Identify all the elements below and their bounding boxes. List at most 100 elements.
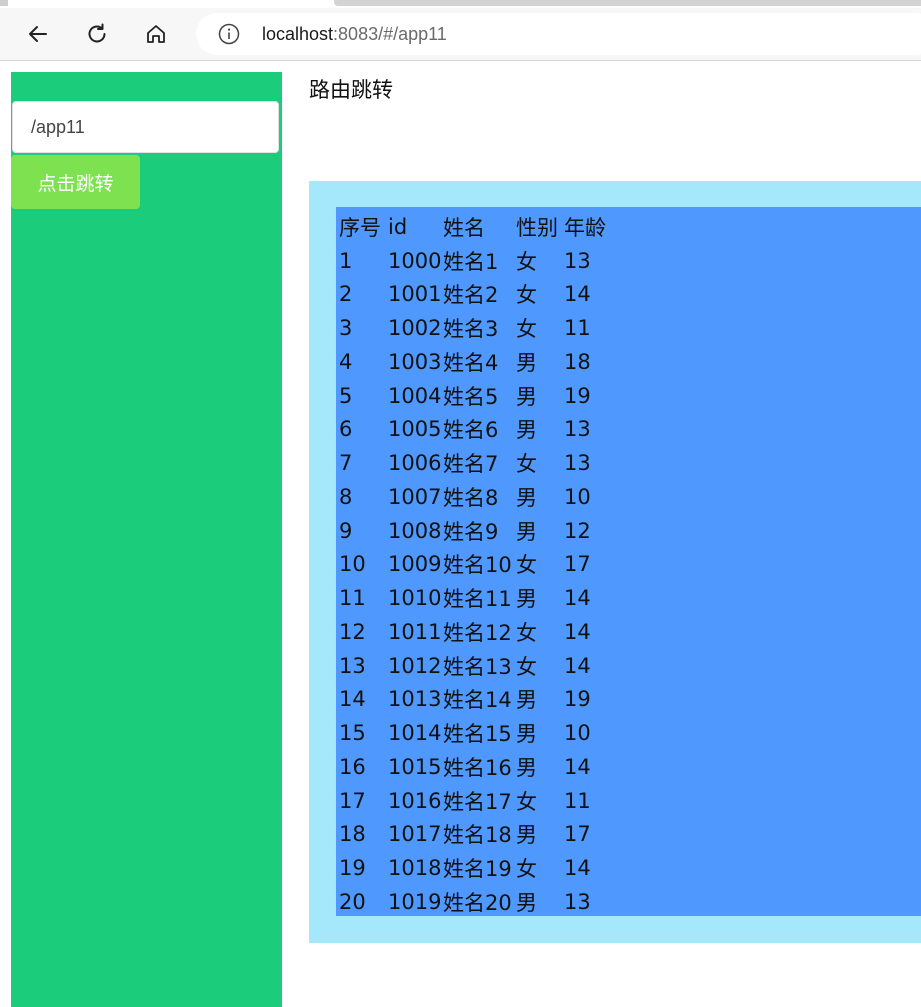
table-container: 序号 id 姓名 性别 年龄 1 1000 姓名1 女 13 2 1001 姓名2 女 14 3 10…: [336, 207, 921, 916]
cell-index: 14: [339, 687, 366, 712]
table-row: 15 1014 姓名15 男 10: [336, 716, 614, 750]
cell-age: 13: [564, 248, 591, 273]
home-icon: [147, 25, 165, 43]
cell-id: 1013: [388, 687, 442, 712]
table-panel: 序号 id 姓名 性别 年龄 1 1000 姓名1 女 13 2 1001 姓名2 女 14 3 10…: [309, 181, 921, 943]
cell-age: 14: [564, 856, 591, 881]
cell-name: 姓名16: [443, 755, 512, 780]
cell-name: 姓名7: [443, 452, 499, 477]
table-row: 17 1016 姓名17 女 11: [336, 784, 614, 818]
page-title: 路由跳转: [309, 78, 393, 102]
reload-button[interactable]: [81, 18, 113, 50]
cell-id: 1010: [388, 586, 442, 611]
back-button[interactable]: [22, 18, 54, 50]
cell-gender: 女: [516, 283, 537, 308]
cell-id: 1011: [388, 619, 442, 644]
cell-id: 1002: [388, 316, 442, 341]
cell-age: 14: [564, 586, 591, 611]
cell-gender: 女: [516, 620, 537, 645]
table-row: 7 1006 姓名7 女 13: [336, 446, 614, 480]
tab-strip: [0, 0, 921, 8]
cell-gender: 男: [516, 890, 537, 915]
table-row: 20 1019 姓名20 男 13: [336, 885, 614, 919]
url-text[interactable]: localhost:8083/#/app11: [262, 24, 447, 45]
table-row: 18 1017 姓名18 男 17: [336, 818, 614, 852]
cell-name: 姓名12: [443, 620, 512, 645]
cell-gender: 男: [516, 384, 537, 409]
cell-index: 18: [339, 822, 366, 847]
cell-age: 14: [564, 282, 591, 307]
cell-age: 14: [564, 754, 591, 779]
cell-gender: 女: [516, 452, 537, 477]
browser-toolbar: localhost:8083/#/app11: [0, 8, 921, 61]
cell-name: 姓名18: [443, 823, 512, 848]
cell-age: 17: [564, 822, 591, 847]
table-row: 14 1013 姓名14 男 19: [336, 683, 614, 717]
tab-fragment-right[interactable]: [334, 0, 921, 6]
cell-age: 13: [564, 451, 591, 476]
table-row: 9 1008 姓名9 男 12: [336, 514, 614, 548]
jump-button[interactable]: 点击跳转: [11, 155, 140, 209]
cell-id: 1016: [388, 788, 442, 813]
reload-icon: [88, 23, 106, 43]
cell-index: 2: [339, 282, 353, 307]
data-table: 序号 id 姓名 性别 年龄 1 1000 姓名1 女 13 2 1001 姓名2 女 14 3 10…: [336, 210, 614, 919]
cell-age: 10: [564, 721, 591, 746]
cell-gender: 女: [516, 553, 537, 578]
cell-id: 1014: [388, 721, 442, 746]
url-host: localhost: [262, 24, 334, 44]
table-row: 8 1007 姓名8 男 10: [336, 480, 614, 514]
route-input[interactable]: [12, 101, 279, 153]
cell-gender: 男: [516, 485, 537, 510]
cell-age: 18: [564, 349, 591, 374]
cell-index: 13: [339, 653, 366, 678]
cell-gender: 女: [516, 249, 537, 274]
table-row: 1 1000 姓名1 女 13: [336, 244, 614, 278]
cell-age: 17: [564, 552, 591, 577]
cell-id: 1012: [388, 653, 442, 678]
cell-id: 1003: [388, 349, 442, 374]
back-arrow-icon: [29, 26, 47, 42]
home-button[interactable]: [140, 18, 172, 50]
cell-index: 19: [339, 856, 366, 881]
cell-gender: 男: [516, 418, 537, 443]
tab-fragment-left: [0, 0, 8, 6]
cell-index: 11: [339, 586, 366, 611]
table-header-row: 序号 id 姓名 性别 年龄: [336, 210, 614, 244]
cell-gender: 男: [516, 755, 537, 780]
cell-index: 7: [339, 451, 353, 476]
cell-index: 9: [339, 518, 353, 543]
address-bar[interactable]: localhost:8083/#/app11: [196, 13, 921, 55]
cell-name: 姓名4: [443, 350, 499, 375]
cell-age: 14: [564, 653, 591, 678]
info-icon[interactable]: [218, 23, 240, 45]
cell-index: 5: [339, 383, 353, 408]
header-age: 年龄: [564, 215, 606, 240]
cell-id: 1006: [388, 451, 442, 476]
cell-id: 1018: [388, 856, 442, 881]
cell-index: 6: [339, 417, 353, 442]
cell-id: 1000: [388, 248, 442, 273]
cell-age: 11: [564, 316, 591, 341]
cell-name: 姓名14: [443, 688, 512, 713]
cell-name: 姓名3: [443, 317, 499, 342]
cell-name: 姓名20: [443, 890, 512, 915]
cell-name: 姓名5: [443, 384, 499, 409]
table-row: 12 1011 姓名12 女 14: [336, 615, 614, 649]
table-row: 19 1018 姓名19 女 14: [336, 851, 614, 885]
cell-index: 16: [339, 754, 366, 779]
cell-name: 姓名11: [443, 587, 512, 612]
header-gender: 性别: [516, 215, 558, 240]
cell-age: 10: [564, 484, 591, 509]
cell-id: 1004: [388, 383, 442, 408]
cell-index: 3: [339, 316, 353, 341]
header-name: 姓名: [443, 215, 485, 240]
table-row: 3 1002 姓名3 女 11: [336, 311, 614, 345]
cell-age: 19: [564, 383, 591, 408]
cell-gender: 男: [516, 722, 537, 747]
cell-name: 姓名9: [443, 519, 499, 544]
cell-id: 1008: [388, 518, 442, 543]
cell-gender: 男: [516, 587, 537, 612]
cell-name: 姓名2: [443, 283, 499, 308]
cell-age: 11: [564, 788, 591, 813]
